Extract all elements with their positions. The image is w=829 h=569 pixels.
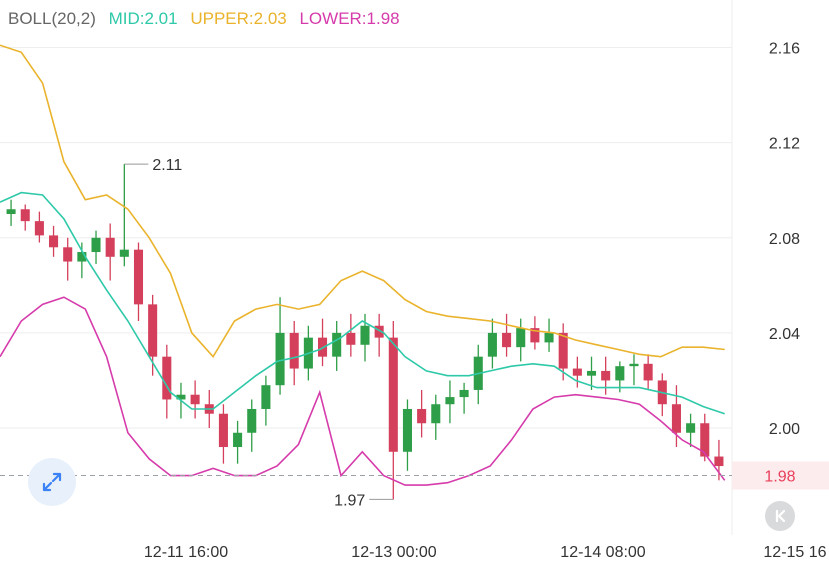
candle-body [643, 363, 653, 381]
expand-button[interactable] [28, 458, 76, 506]
legend-mid: MID:2.01 [108, 9, 178, 28]
candle-body [162, 356, 172, 400]
candle-body [502, 332, 512, 348]
candle-body [686, 423, 696, 433]
scroll-to-latest-button[interactable] [765, 501, 795, 531]
low-annotation: 1.97 [334, 492, 365, 509]
x-tick-label: 12-14 08:00 [560, 544, 646, 561]
candle-body [544, 332, 554, 343]
boll-lower-line [0, 296, 726, 486]
expand-arrows-icon [42, 472, 62, 492]
boll-candlestick-chart[interactable]: 2.16 2.12 2.08 2.04 2.00 12-11 16:00 12-13 00:… [0, 0, 829, 564]
candle-body [49, 235, 59, 248]
high-annotation: 2.11 [152, 157, 182, 174]
candle-body [360, 325, 370, 345]
candle-body [6, 209, 16, 214]
candle-body [516, 328, 526, 348]
indicator-legend: BOLL(20,2) MID:2.01 UPPER:2.03 LOWER:1.9… [8, 9, 408, 29]
candle-body [586, 370, 597, 376]
candle-body [572, 368, 582, 376]
candle-body [261, 385, 271, 409]
candle-body [20, 209, 30, 222]
candle-body [445, 397, 455, 405]
candle-body [275, 332, 285, 386]
candle-body [346, 332, 356, 345]
candle-body [714, 456, 724, 467]
candle-body [459, 389, 469, 398]
y-tick-label: 2.08 [769, 231, 800, 248]
candle-body [218, 413, 228, 448]
x-tick-label: 12-13 00:00 [351, 544, 437, 561]
chart-area[interactable]: 2.16 2.12 2.08 2.04 2.00 12-11 16:00 12-13 00:… [0, 0, 829, 564]
current-price-tag: 1.98 [764, 469, 795, 486]
y-tick-label: 2.16 [769, 41, 800, 58]
y-tick-label: 2.00 [769, 421, 800, 438]
x-tick-label: 12-15 16 [763, 544, 826, 561]
candle-body [671, 404, 681, 433]
candle-body [190, 394, 200, 405]
candle-body [332, 332, 342, 357]
boll-upper-line [0, 44, 725, 359]
candle-body [629, 363, 639, 367]
candle-body [417, 408, 427, 424]
y-tick-label: 2.04 [769, 326, 800, 343]
x-tick-label: 12-11 16:00 [144, 544, 228, 561]
candle-body [105, 237, 115, 257]
candle-body [402, 408, 413, 452]
candle-body [487, 332, 497, 357]
candle-body [119, 249, 129, 257]
candle-body [91, 237, 101, 253]
candle-body [431, 404, 441, 424]
chevron-back-icon [775, 509, 786, 523]
candle-body [601, 370, 611, 381]
candle-body [63, 247, 73, 262]
legend-upper: UPPER:2.03 [190, 9, 287, 28]
candle-body [247, 408, 257, 433]
legend-lower: LOWER:1.98 [299, 9, 400, 28]
candle-body [558, 332, 568, 369]
candle-body [289, 332, 299, 369]
y-tick-label: 2.12 [769, 136, 800, 153]
candle-body [388, 337, 398, 452]
legend-boll: BOLL(20,2) [8, 9, 96, 28]
candle-body [34, 221, 44, 236]
candle-body [148, 304, 158, 357]
boll-mid-line [0, 191, 725, 415]
candle-body [233, 432, 243, 448]
candle-body [133, 249, 144, 305]
candle-body [615, 366, 625, 381]
